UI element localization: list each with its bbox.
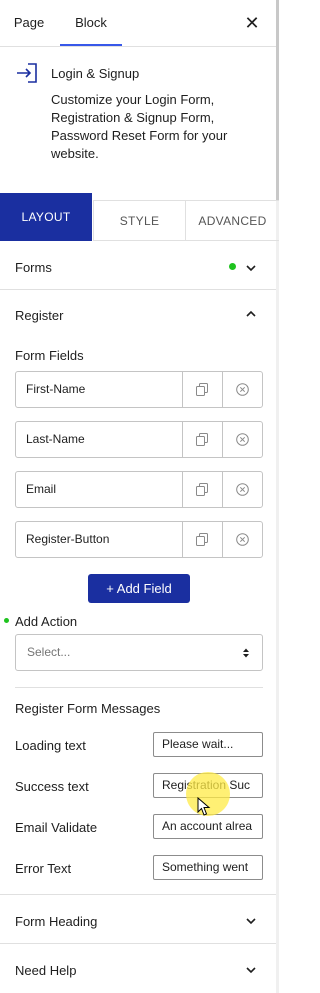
email-validate-input[interactable]: An account alrea bbox=[153, 814, 263, 839]
error-text-label: Error Text bbox=[15, 861, 72, 876]
section-divider bbox=[15, 687, 263, 688]
panel-divider bbox=[0, 943, 276, 944]
copy-icon bbox=[196, 483, 208, 496]
select-arrows-icon bbox=[243, 648, 249, 658]
remove-circle-icon bbox=[236, 483, 249, 496]
remove-button[interactable] bbox=[222, 472, 262, 507]
tab-page[interactable]: Page bbox=[0, 0, 58, 46]
panel-divider bbox=[0, 894, 276, 895]
copy-icon bbox=[196, 383, 208, 396]
email-validate-label: Email Validate bbox=[15, 820, 98, 835]
field-row[interactable]: Last-Name bbox=[15, 421, 263, 458]
chevron-up-icon[interactable] bbox=[245, 308, 257, 320]
error-text-input[interactable]: Something went bbox=[153, 855, 263, 880]
panel-forms-title[interactable]: Forms bbox=[15, 260, 52, 275]
field-label: Email bbox=[26, 482, 57, 496]
scrollbar-thumb[interactable] bbox=[276, 0, 279, 200]
loading-text-input[interactable]: Please wait... bbox=[153, 732, 263, 757]
success-text-label: Success text bbox=[15, 779, 89, 794]
duplicate-button[interactable] bbox=[182, 472, 222, 507]
add-field-button[interactable]: + Add Field bbox=[88, 574, 190, 603]
duplicate-button[interactable] bbox=[182, 422, 222, 457]
block-title: Login & Signup bbox=[51, 66, 140, 81]
header-divider bbox=[0, 46, 276, 47]
status-dot bbox=[4, 618, 9, 623]
copy-icon bbox=[196, 533, 208, 546]
status-dot bbox=[229, 263, 236, 270]
tab-advanced[interactable]: ADVANCED bbox=[185, 200, 279, 241]
duplicate-button[interactable] bbox=[182, 522, 222, 557]
remove-button[interactable] bbox=[222, 422, 262, 457]
chevron-down-icon[interactable] bbox=[245, 262, 257, 274]
tab-block[interactable]: Block bbox=[60, 0, 122, 46]
select-value: Select... bbox=[27, 645, 71, 659]
panel-form-heading-title[interactable]: Form Heading bbox=[15, 914, 97, 929]
block-description: Customize your Login Form, Registration … bbox=[51, 92, 228, 161]
add-action-select[interactable]: Select... bbox=[15, 634, 263, 671]
panel-register-title[interactable]: Register bbox=[15, 308, 63, 323]
tab-layout[interactable]: LAYOUT bbox=[0, 193, 92, 241]
field-row[interactable]: Register-Button bbox=[15, 521, 263, 558]
login-icon bbox=[15, 62, 39, 84]
close-icon[interactable]: ✕ bbox=[242, 13, 262, 33]
remove-circle-icon bbox=[236, 433, 249, 446]
remove-circle-icon bbox=[236, 383, 249, 396]
chevron-down-icon[interactable] bbox=[245, 964, 257, 976]
loading-text-label: Loading text bbox=[15, 738, 86, 753]
mouse-pointer-icon bbox=[197, 797, 211, 816]
chevron-down-icon[interactable] bbox=[245, 915, 257, 927]
field-label: Register-Button bbox=[26, 532, 110, 546]
field-row[interactable]: First-Name bbox=[15, 371, 263, 408]
panel-need-help-title[interactable]: Need Help bbox=[15, 963, 76, 978]
scrollbar[interactable] bbox=[276, 0, 279, 993]
remove-button[interactable] bbox=[222, 522, 262, 557]
form-fields-label: Form Fields bbox=[15, 348, 84, 363]
field-label: First-Name bbox=[26, 382, 86, 396]
remove-button[interactable] bbox=[222, 372, 262, 407]
field-label: Last-Name bbox=[26, 432, 85, 446]
tab-style[interactable]: STYLE bbox=[93, 200, 185, 241]
field-row[interactable]: Email bbox=[15, 471, 263, 508]
copy-icon bbox=[196, 433, 208, 446]
messages-heading: Register Form Messages bbox=[15, 701, 161, 716]
add-action-label: Add Action bbox=[15, 614, 78, 629]
duplicate-button[interactable] bbox=[182, 372, 222, 407]
remove-circle-icon bbox=[236, 533, 249, 546]
panel-divider bbox=[0, 289, 276, 290]
